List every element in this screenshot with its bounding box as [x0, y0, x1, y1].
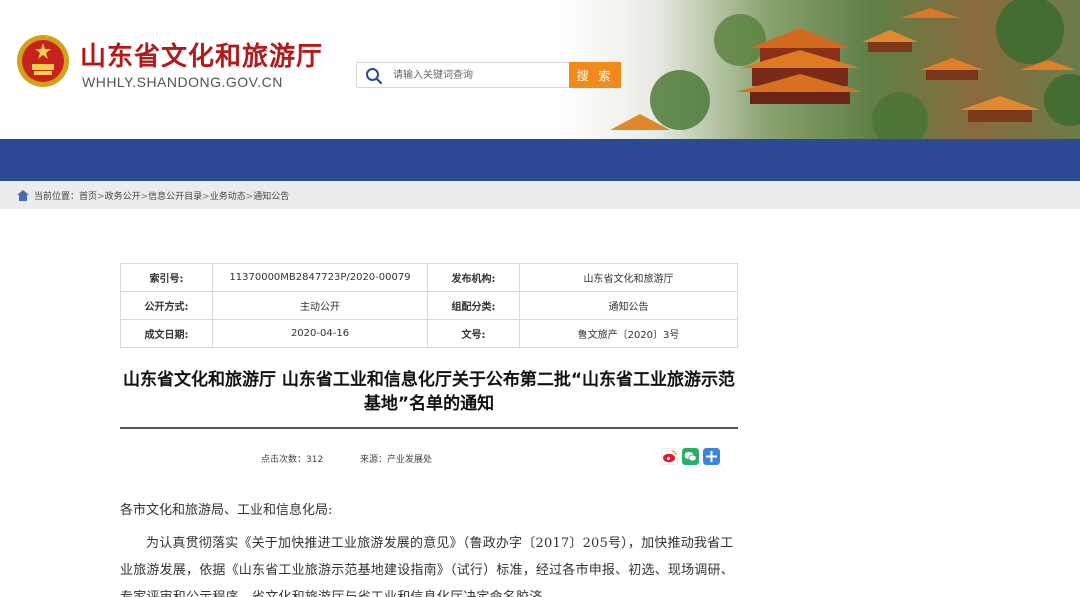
search-input[interactable] [393, 65, 563, 85]
breadcrumb-notices[interactable]: 通知公告 [253, 192, 289, 202]
search-box [356, 62, 570, 88]
weibo-icon[interactable] [661, 448, 678, 465]
table-row: 索引号: 11370000MB2847723P/2020-00079 发布机构:… [120, 263, 738, 292]
date-label: 成文日期: [120, 319, 213, 348]
letter-greeting: 各市文化和旅游局、工业和信息化局: [120, 503, 333, 518]
breadcrumb-gov-affairs[interactable]: 政务公开 [105, 192, 141, 202]
disclosure-value: 主动公开 [212, 291, 428, 320]
disclosure-label: 公开方式: [120, 291, 213, 320]
national-emblem-icon [17, 35, 69, 87]
article-source: 来源：产业发展处 [360, 455, 433, 465]
click-count: 点击次数：312 [261, 455, 324, 465]
search-icon[interactable] [365, 67, 383, 85]
date-value: 2020-04-16 [212, 319, 428, 348]
publisher-value: 山东省文化和旅游厅 [519, 263, 738, 292]
more-share-icon[interactable] [703, 448, 720, 465]
site-domain: WHHLY.SHANDONG.GOV.CN [82, 74, 283, 90]
breadcrumb-business-news[interactable]: 业务动态 [210, 192, 246, 202]
breadcrumb-separator: > [140, 192, 149, 202]
index-value: 11370000MB2847723P/2020-00079 [212, 263, 428, 292]
main-navigation-bar [0, 139, 1080, 181]
table-row: 成文日期: 2020-04-16 文号: 鲁文旅产〔2020〕3号 [120, 319, 738, 348]
title-divider [120, 427, 738, 429]
breadcrumb-info-directory[interactable]: 信息公开目录 [148, 192, 202, 202]
breadcrumb-home[interactable]: 首页 [79, 192, 97, 202]
publisher-label: 发布机构: [427, 263, 520, 292]
breadcrumb: 当前位置：首页>政务公开>信息公开目录>业务动态>通知公告 [34, 189, 289, 202]
temple-banner-image [610, 0, 1080, 140]
document-metadata-table: 索引号: 11370000MB2847723P/2020-00079 发布机构:… [120, 263, 738, 348]
home-icon [17, 190, 29, 201]
doc-number-label: 文号: [427, 319, 520, 348]
breadcrumb-bar: 当前位置：首页>政务公开>信息公开目录>业务动态>通知公告 [0, 181, 1080, 209]
breadcrumb-separator: > [202, 192, 210, 202]
table-row: 公开方式: 主动公开 组配分类: 通知公告 [120, 291, 738, 320]
index-label: 索引号: [120, 263, 213, 292]
site-title[interactable]: 山东省文化和旅游厅 [80, 36, 323, 73]
category-value: 通知公告 [519, 291, 738, 320]
doc-number-value: 鲁文旅产〔2020〕3号 [519, 319, 738, 348]
search-button[interactable]: 搜 索 [569, 62, 621, 88]
breadcrumb-prefix: 当前位置： [34, 192, 80, 202]
wechat-icon[interactable] [682, 448, 699, 465]
breadcrumb-separator: > [97, 192, 105, 202]
article-paragraph: 为认真贯彻落实《关于加快推进工业旅游发展的意见》（鲁政办字〔2017〕205号）… [120, 536, 734, 597]
share-icons [661, 448, 721, 466]
document-title: 山东省文化和旅游厅 山东省工业和信息化厅关于公布第二批“山东省工业旅游示范基地”… [122, 370, 736, 414]
site-header: 山东省文化和旅游厅 WHHLY.SHANDONG.GOV.CN 搜 索 [0, 0, 1080, 140]
category-label: 组配分类: [427, 291, 520, 320]
